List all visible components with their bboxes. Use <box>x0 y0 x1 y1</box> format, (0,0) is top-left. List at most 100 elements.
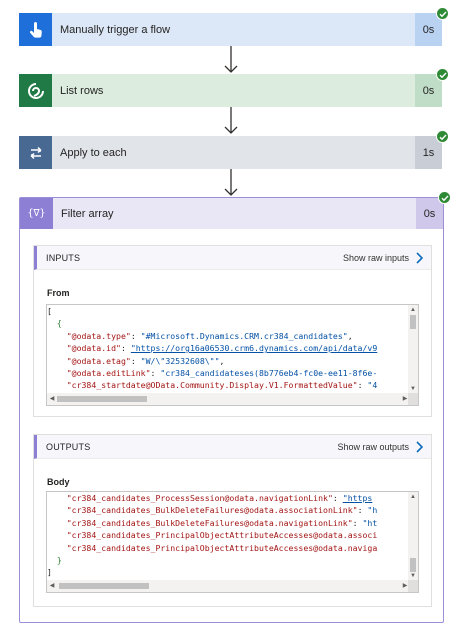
code-token: "@odata.editLink" <box>66 367 151 378</box>
success-check-icon <box>436 130 449 143</box>
code-token: } <box>47 554 62 565</box>
loop-icon <box>19 136 52 169</box>
touch-icon <box>19 13 52 46</box>
step-label: Manually trigger a flow <box>60 23 171 36</box>
code-line: "@odata.type": "#Microsoft.Dynamics.CRM.… <box>47 330 409 342</box>
code-token: , <box>347 330 353 341</box>
horizontal-scrollbar[interactable]: ◀ ▶ <box>47 393 418 405</box>
field-label: Body <box>47 477 70 487</box>
code-token: ] <box>47 567 52 578</box>
scroll-left-icon[interactable]: ◀ <box>48 582 56 590</box>
filter-array-header[interactable]: {∇} Filter array 0s <box>20 198 443 229</box>
code-token: "cr384_candidates_PrincipalObjectAttribu… <box>66 530 378 541</box>
code-line: "cr384_candidates_ProcessSession@odata.n… <box>47 492 409 504</box>
code-lines: [ { "@odata.type": "#Microsoft.Dynamics.… <box>47 305 409 394</box>
code-token: "cr384_candidates_BulkDeleteFailures@oda… <box>66 517 353 528</box>
step-manually-trigger[interactable]: Manually trigger a flow 0s <box>19 7 449 46</box>
code-token: "@odata.id" <box>66 343 121 354</box>
code-token: "cr384_startdate@OData.Community.Display… <box>66 380 358 391</box>
code-line: { <box>47 317 409 329</box>
step-duration: 0s <box>416 198 443 229</box>
code-token: : <box>130 355 141 366</box>
code-line: [ <box>47 305 409 317</box>
code-token: : <box>332 493 343 503</box>
scroll-thumb[interactable] <box>59 583 149 589</box>
code-line: "@odata.editLink": "cr384_candidateses(8… <box>47 367 409 379</box>
code-token: "https://org16a06530.crm6.dynamics.com/a… <box>130 343 378 354</box>
down-arrow-icon <box>224 107 238 135</box>
code-line: "@odata.etag": "W/\"32532608\"", <box>47 355 409 367</box>
scroll-thumb[interactable] <box>57 396 147 402</box>
code-token: { <box>47 318 62 329</box>
section-title: INPUTS <box>46 252 81 263</box>
code-line: "cr384_candidates_PrincipalObjectAttribu… <box>47 529 409 541</box>
scroll-down-icon[interactable]: ▼ <box>409 572 417 580</box>
code-token: "cr384_candidates_PrincipalObjectAttribu… <box>66 542 378 553</box>
code-token: "@odata.etag" <box>66 355 131 366</box>
code-token: "cr384_candidates_ProcessSession@odata.n… <box>66 493 333 503</box>
code-lines: "cr384_candidates_ProcessSession@odata.n… <box>47 492 409 581</box>
code-line: ] <box>47 566 409 578</box>
code-token: : <box>352 517 363 528</box>
code-line: "cr384_candidates_BulkDeleteFailures@oda… <box>47 517 409 529</box>
step-apply-to-each[interactable]: Apply to each 1s <box>19 130 449 169</box>
code-line: "cr384_startdate@OData.Community.Display… <box>47 379 409 391</box>
code-token: [ <box>47 306 52 316</box>
code-token: : <box>120 343 131 354</box>
step-label: Apply to each <box>60 146 127 159</box>
from-code-viewer[interactable]: [ { "@odata.type": "#Microsoft.Dynamics.… <box>46 304 419 406</box>
body-code-viewer[interactable]: "cr384_candidates_ProcessSession@odata.n… <box>46 491 419 593</box>
scroll-up-icon[interactable]: ▲ <box>409 306 417 314</box>
outputs-header: OUTPUTS Show raw outputs <box>34 435 431 459</box>
scroll-thumb[interactable] <box>410 558 416 572</box>
code-token: "W/\"32532608\"" <box>140 355 220 366</box>
scroll-corner <box>408 393 418 405</box>
inputs-section: INPUTS Show raw inputs From [ { "@odata.… <box>33 245 432 417</box>
code-token: "#Microsoft.Dynamics.CRM.cr384_candidate… <box>140 330 348 341</box>
code-token: "ht <box>362 517 378 528</box>
code-token: : <box>357 505 368 516</box>
code-token: : <box>130 330 141 341</box>
down-arrow-icon <box>224 169 238 197</box>
down-arrow-icon <box>224 46 238 74</box>
outputs-section: OUTPUTS Show raw outputs Body "cr384_can… <box>33 434 432 607</box>
code-token: "cr384_candidateses(8b776eb4-fc0e-ee11-8… <box>160 367 378 378</box>
chevron-right-icon[interactable] <box>415 440 423 453</box>
show-raw-inputs-link[interactable]: Show raw inputs <box>343 253 409 263</box>
chevron-right-icon[interactable] <box>415 251 423 264</box>
success-check-icon <box>436 7 449 20</box>
scroll-left-icon[interactable]: ◀ <box>48 395 56 403</box>
vertical-scrollbar[interactable]: ▲ ▼ <box>408 492 418 581</box>
field-label: From <box>47 288 70 298</box>
code-token: "cr384_candidates_BulkDeleteFailures@oda… <box>66 505 358 516</box>
filter-array-panel: {∇} Filter array 0s INPUTS Show raw inpu… <box>19 191 451 623</box>
step-label: List rows <box>60 84 104 97</box>
filter-icon: {∇} <box>20 198 53 229</box>
code-token: : <box>357 380 368 391</box>
step-label: Filter array <box>61 207 114 220</box>
code-line: "@odata.id": "https://org16a06530.crm6.d… <box>47 342 409 354</box>
show-raw-outputs-link[interactable]: Show raw outputs <box>337 442 409 452</box>
code-token: "4 <box>367 380 378 391</box>
code-token: "@odata.type" <box>66 330 131 341</box>
success-check-icon <box>438 191 451 204</box>
scroll-down-icon[interactable]: ▼ <box>409 385 417 393</box>
inputs-header: INPUTS Show raw inputs <box>34 246 431 270</box>
success-check-icon <box>436 68 449 81</box>
scroll-up-icon[interactable]: ▲ <box>409 493 417 501</box>
code-token: : <box>150 367 161 378</box>
scroll-corner <box>408 580 418 592</box>
step-list-rows[interactable]: List rows 0s <box>19 68 449 107</box>
scroll-thumb[interactable] <box>410 315 416 329</box>
horizontal-scrollbar[interactable]: ◀ ▶ <box>47 580 418 592</box>
code-line: } <box>47 554 409 566</box>
vertical-scrollbar[interactable]: ▲ ▼ <box>408 305 418 394</box>
